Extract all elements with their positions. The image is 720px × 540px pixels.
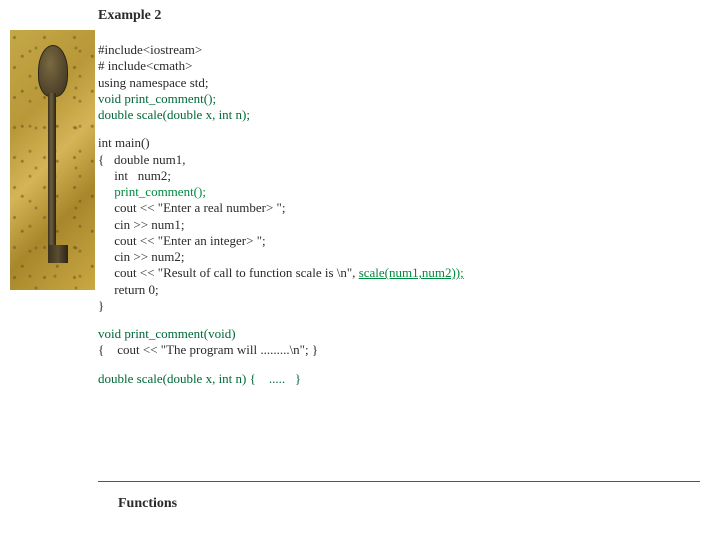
code-includes-block: #include<iostream> # include<cmath> usin… [98, 42, 700, 123]
code-line-call: print_comment(); [98, 184, 700, 200]
code-line: int main() [98, 135, 700, 151]
footer-label: Functions [118, 496, 700, 512]
code-line: return 0; [98, 282, 700, 298]
code-main-block: int main() { double num1, int num2; prin… [98, 135, 700, 314]
code-line: { double num1, [98, 152, 700, 168]
slide-content: Example 2 #include<iostream> # include<c… [98, 8, 700, 399]
slide-footer: Functions [98, 481, 700, 512]
code-line: using namespace std; [98, 75, 700, 91]
code-text: cout << "Result of call to function scal… [98, 265, 359, 280]
code-line: } [98, 298, 700, 314]
code-print-comment-block: void print_comment(void) { cout << "The … [98, 326, 700, 359]
decorative-key-image [10, 30, 95, 290]
code-line: cin >> num2; [98, 249, 700, 265]
code-line-prototype: void print_comment(); [98, 91, 700, 107]
code-line-definition: double scale(double x, int n) { ..... } [98, 371, 700, 387]
code-line-mixed: cout << "Result of call to function scal… [98, 265, 700, 281]
code-line: cin >> num1; [98, 217, 700, 233]
code-line: #include<iostream> [98, 42, 700, 58]
code-line: int num2; [98, 168, 700, 184]
footer-divider [98, 481, 700, 482]
code-line-prototype: double scale(double x, int n); [98, 107, 700, 123]
slide-title: Example 2 [98, 8, 700, 24]
code-line: cout << "Enter an integer> "; [98, 233, 700, 249]
code-scale-block: double scale(double x, int n) { ..... } [98, 371, 700, 387]
code-call-inline: scale(num1,num2)); [359, 265, 464, 280]
code-line: { cout << "The program will .........\n"… [98, 342, 700, 358]
key-illustration [38, 45, 66, 275]
code-line: # include<cmath> [98, 58, 700, 74]
code-line-definition: void print_comment(void) [98, 326, 700, 342]
code-line: cout << "Enter a real number> "; [98, 200, 700, 216]
